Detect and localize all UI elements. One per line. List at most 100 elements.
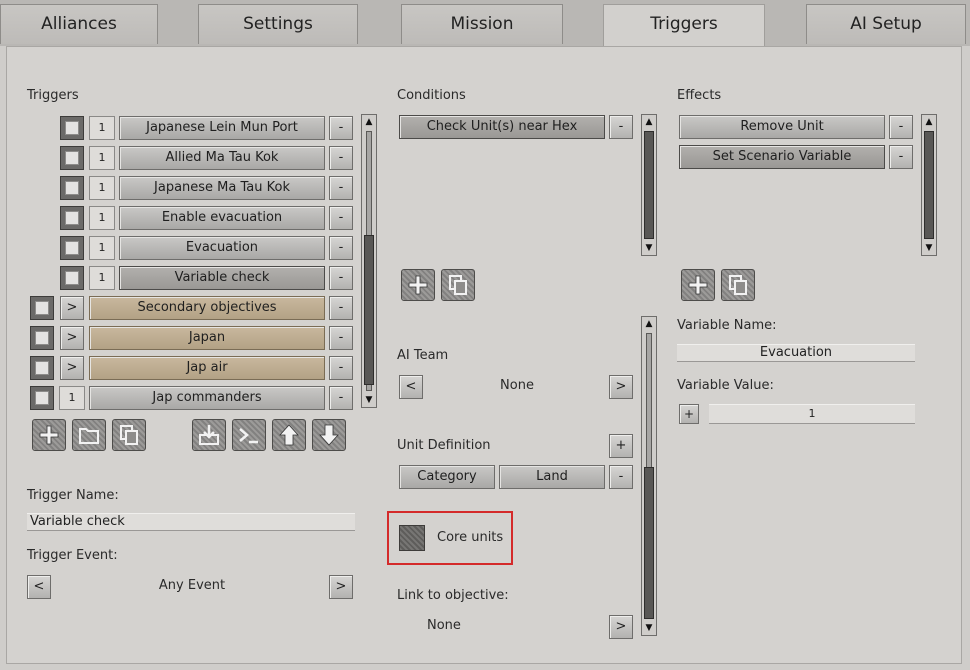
variable-name-label: Variable Name: [677, 318, 777, 333]
ai-team-next-button[interactable]: > [609, 375, 633, 399]
copy-trigger-button[interactable] [112, 419, 146, 451]
unit-definition-add-button[interactable]: + [609, 434, 633, 458]
download-icon [199, 425, 219, 445]
trigger-name-input[interactable]: Variable check [27, 513, 355, 531]
trigger-item[interactable]: Japanese Ma Tau Kok [119, 176, 325, 200]
trigger-item[interactable]: Evacuation [119, 236, 325, 260]
ai-team-label: AI Team [397, 348, 449, 363]
core-units-checkbox[interactable] [399, 525, 425, 551]
tab-mission[interactable]: Mission [401, 4, 563, 44]
trigger-item[interactable]: Jap commanders [89, 386, 325, 410]
trigger-event-value: Any Event [158, 578, 226, 593]
group-count: 1 [59, 386, 85, 410]
trigger-count: 1 [89, 206, 115, 230]
trigger-remove-button[interactable]: - [329, 116, 353, 140]
console-button[interactable] [232, 419, 266, 451]
conditions-scrollbar[interactable]: ▲ ▼ [641, 114, 657, 256]
trigger-remove-button[interactable]: - [329, 236, 353, 260]
variable-value-add-button[interactable]: + [679, 404, 699, 424]
tab-triggers[interactable]: Triggers [603, 4, 765, 48]
tab-bar: Alliances Settings Mission Triggers AI S… [0, 0, 970, 48]
tab-ai-setup[interactable]: AI Setup [806, 4, 966, 44]
scroll-up-icon[interactable]: ▲ [922, 115, 936, 129]
group-checkbox[interactable] [30, 386, 54, 410]
add-folder-button[interactable] [72, 419, 106, 451]
copy-icon [449, 275, 467, 295]
tab-settings[interactable]: Settings [198, 4, 358, 44]
add-effect-button[interactable] [681, 269, 715, 301]
scroll-up-icon[interactable]: ▲ [642, 317, 656, 331]
arrow-up-icon [279, 424, 299, 446]
group-remove-button[interactable]: - [329, 326, 353, 350]
unit-definition-remove-button[interactable]: - [609, 465, 633, 489]
effect-remove-button[interactable]: - [889, 115, 913, 139]
link-objective-label: Link to objective: [397, 588, 509, 603]
effect-item[interactable]: Remove Unit [679, 115, 885, 139]
add-trigger-button[interactable] [32, 419, 66, 451]
trigger-event-label: Trigger Event: [27, 548, 118, 563]
variable-value-input[interactable]: 1 [709, 404, 915, 424]
variable-name-input[interactable]: Evacuation [677, 344, 915, 362]
add-condition-button[interactable] [401, 269, 435, 301]
trigger-group[interactable]: Japan [89, 326, 325, 350]
scroll-down-icon[interactable]: ▼ [922, 241, 936, 255]
copy-effect-button[interactable] [721, 269, 755, 301]
effect-item-selected[interactable]: Set Scenario Variable [679, 145, 885, 169]
category-button[interactable]: Category [399, 465, 495, 489]
scroll-thumb[interactable] [924, 131, 934, 239]
group-checkbox[interactable] [30, 356, 54, 380]
event-prev-button[interactable]: < [27, 575, 51, 599]
event-next-button[interactable]: > [329, 575, 353, 599]
scroll-down-icon[interactable]: ▼ [362, 393, 376, 407]
triggers-scrollbar[interactable]: ▲ ▼ [361, 114, 377, 408]
move-up-button[interactable] [272, 419, 306, 451]
ai-team-prev-button[interactable]: < [399, 375, 423, 399]
category-value-button[interactable]: Land [499, 465, 605, 489]
trigger-checkbox[interactable] [60, 116, 84, 140]
trigger-remove-button[interactable]: - [329, 146, 353, 170]
unit-definition-label: Unit Definition [397, 438, 491, 453]
trigger-checkbox[interactable] [60, 206, 84, 230]
trigger-item[interactable]: Enable evacuation [119, 206, 325, 230]
group-remove-button[interactable]: - [329, 356, 353, 380]
trigger-item[interactable]: Japanese Lein Mun Port [119, 116, 325, 140]
trigger-checkbox[interactable] [60, 146, 84, 170]
effect-remove-button[interactable]: - [889, 145, 913, 169]
terminal-icon [239, 428, 258, 444]
effects-scrollbar[interactable]: ▲ ▼ [921, 114, 937, 256]
condition-remove-button[interactable]: - [609, 115, 633, 139]
move-down-button[interactable] [312, 419, 346, 451]
scroll-up-icon[interactable]: ▲ [362, 115, 376, 129]
condition-details-scrollbar[interactable]: ▲ ▼ [641, 316, 657, 636]
link-objective-value: None [427, 618, 461, 633]
scroll-down-icon[interactable]: ▼ [642, 241, 656, 255]
scroll-down-icon[interactable]: ▼ [642, 621, 656, 635]
scroll-thumb[interactable] [364, 235, 374, 385]
trigger-remove-button[interactable]: - [329, 266, 353, 290]
scroll-thumb[interactable] [644, 131, 654, 239]
scroll-up-icon[interactable]: ▲ [642, 115, 656, 129]
link-objective-next-button[interactable]: > [609, 615, 633, 639]
trigger-group[interactable]: Jap air [89, 356, 325, 380]
import-button[interactable] [192, 419, 226, 451]
group-expand-button[interactable]: > [60, 296, 84, 320]
trigger-item-selected[interactable]: Variable check [119, 266, 325, 290]
trigger-remove-button[interactable]: - [329, 176, 353, 200]
trigger-checkbox[interactable] [60, 266, 84, 290]
group-checkbox[interactable] [30, 326, 54, 350]
condition-item-selected[interactable]: Check Unit(s) near Hex [399, 115, 605, 139]
group-expand-button[interactable]: > [60, 356, 84, 380]
trigger-item[interactable]: Allied Ma Tau Kok [119, 146, 325, 170]
trigger-count: 1 [89, 116, 115, 140]
trigger-checkbox[interactable] [60, 236, 84, 260]
group-checkbox[interactable] [30, 296, 54, 320]
trigger-remove-button[interactable]: - [329, 386, 353, 410]
trigger-checkbox[interactable] [60, 176, 84, 200]
scroll-thumb[interactable] [644, 467, 654, 619]
group-expand-button[interactable]: > [60, 326, 84, 350]
group-remove-button[interactable]: - [329, 296, 353, 320]
copy-condition-button[interactable] [441, 269, 475, 301]
trigger-remove-button[interactable]: - [329, 206, 353, 230]
trigger-group[interactable]: Secondary objectives [89, 296, 325, 320]
tab-alliances[interactable]: Alliances [0, 4, 158, 44]
